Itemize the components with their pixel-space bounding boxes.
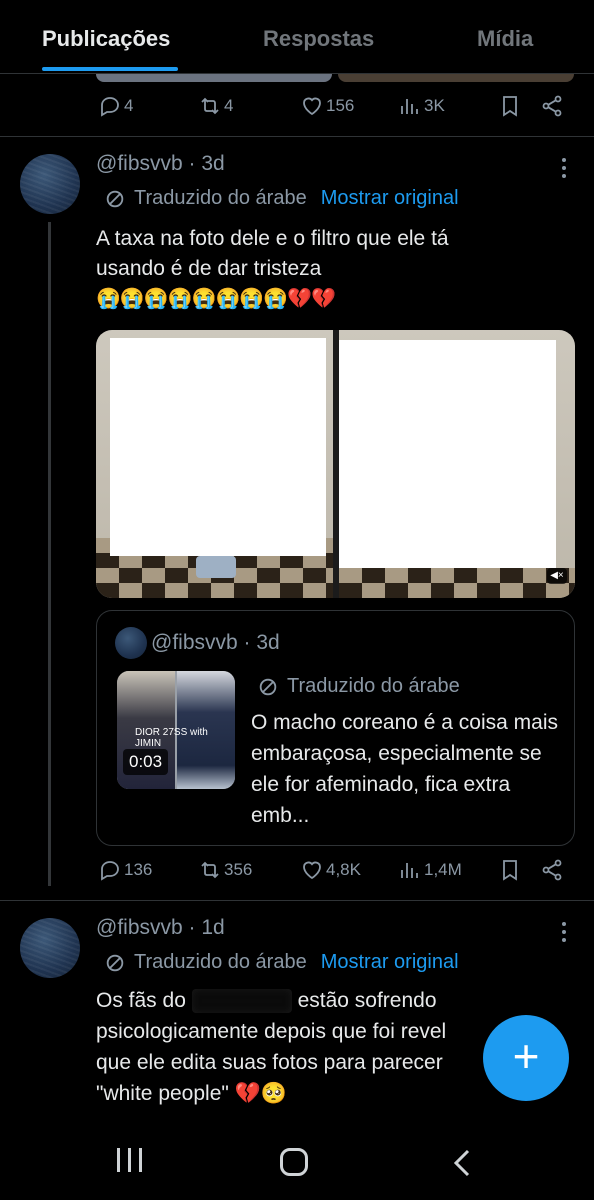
tweet-text-line: "white people" 💔🥺 (96, 1082, 287, 1105)
translate-icon (106, 954, 124, 971)
views-icon (401, 99, 418, 114)
bookmark-icon (503, 96, 517, 117)
tweet-actions: 136 356 4,8K 1,4M (0, 858, 594, 890)
quoted-avatar (115, 627, 147, 659)
views-button[interactable]: 3K (398, 94, 445, 118)
retweet-count: 356 (224, 860, 253, 879)
previous-tweet-actions: 4 4 156 3K (0, 94, 594, 126)
share-button[interactable] (540, 94, 564, 118)
like-button[interactable]: 4,8K (300, 858, 361, 882)
avatar[interactable] (20, 154, 80, 214)
views-count: 1,4M (424, 860, 462, 879)
mute-icon[interactable]: ◀× (547, 568, 567, 584)
quoted-translated-label: Traduzido do árabe (287, 675, 460, 697)
previous-tweet-image (338, 74, 574, 82)
tweet-emojis: 😭😭😭😭😭😭😭😭💔💔 (96, 288, 336, 310)
reply-count: 136 (124, 860, 153, 879)
bookmark-button[interactable] (498, 858, 522, 882)
views-count: 3K (424, 96, 445, 115)
heart-icon (303, 861, 321, 880)
tweet-text-part: Os fãs do (96, 989, 186, 1012)
tweet-text-part: estão sofrendo (297, 989, 437, 1012)
retweet-button[interactable]: 356 (198, 858, 252, 882)
more-options-icon[interactable] (559, 922, 569, 946)
divider (0, 900, 594, 901)
recent-apps-button[interactable] (114, 1148, 144, 1178)
translation-notice: Traduzido do árabe Mostrar original (104, 951, 459, 974)
tab-publicacoes[interactable]: Publicações (42, 26, 170, 52)
translated-label: Traduzido do árabe (134, 951, 307, 973)
quoted-translation-notice: Traduzido do árabe (257, 675, 460, 698)
tweet-text-line: usando é de dar tristeza (96, 257, 322, 280)
photo-right[interactable]: ◀× (339, 330, 575, 598)
like-button[interactable]: 156 (300, 94, 354, 118)
translate-icon (259, 678, 277, 695)
avatar[interactable] (20, 918, 80, 978)
profile-tabs: Publicações Respostas Mídia (0, 0, 594, 74)
tweet-media[interactable]: ◀× (96, 330, 575, 598)
tweet-text-line: Os fãs do estão sofrendo (96, 986, 437, 1016)
redacted-name (191, 989, 292, 1014)
translate-icon (106, 190, 124, 207)
retweet-icon (201, 97, 219, 115)
thread-line (48, 222, 51, 886)
share-icon (542, 859, 562, 881)
divider (0, 136, 594, 137)
video-caption: DIOR 27SS with JIMIN (135, 727, 208, 749)
retweet-icon (201, 861, 219, 879)
like-count: 4,8K (326, 860, 361, 879)
reply-count: 4 (124, 96, 134, 115)
previous-tweet-image (96, 74, 332, 82)
tweet-text-line: que ele edita suas fotos para parecer (96, 1051, 443, 1074)
show-original-link[interactable]: Mostrar original (321, 951, 459, 974)
share-button[interactable] (540, 858, 564, 882)
views-icon (401, 863, 418, 878)
tweet-text-line: A taxa na foto dele e o filtro que ele t… (96, 227, 449, 250)
compose-button[interactable]: + (483, 1015, 569, 1101)
reply-button[interactable]: 4 (98, 94, 133, 118)
video-duration: 0:03 (123, 749, 169, 775)
views-button[interactable]: 1,4M (398, 858, 462, 882)
retweet-button[interactable]: 4 (198, 94, 233, 118)
bookmark-button[interactable] (498, 94, 522, 118)
reply-icon (101, 97, 119, 117)
retweet-count: 4 (224, 96, 234, 115)
tweet-handle[interactable]: @fibsvvb · 1d (96, 916, 225, 940)
photo-left[interactable] (96, 330, 333, 598)
redaction-box (339, 340, 556, 568)
quoted-video-thumbnail[interactable]: DIOR 27SS with JIMIN 0:03 (117, 671, 235, 789)
active-tab-indicator (42, 67, 178, 71)
heart-icon (303, 97, 321, 116)
translation-notice: Traduzido do árabe Mostrar original (104, 187, 459, 210)
reply-button[interactable]: 136 (98, 858, 152, 882)
quoted-text: O macho coreano é a coisa mais embaraços… (251, 711, 558, 827)
tweet-text-line: psicologicamente depois que foi revel (96, 1020, 447, 1043)
like-count: 156 (326, 96, 355, 115)
home-button[interactable] (280, 1148, 308, 1176)
tab-respostas[interactable]: Respostas (263, 26, 374, 52)
share-icon (542, 95, 562, 117)
tab-midia[interactable]: Mídia (477, 26, 533, 52)
more-options-icon[interactable] (559, 158, 569, 182)
system-navigation-bar (0, 1124, 594, 1200)
back-icon (453, 1149, 470, 1177)
quoted-tweet[interactable]: @fibsvvb · 3d DIOR 27SS with JIMIN 0:03 … (96, 610, 575, 846)
redaction-box (110, 338, 326, 556)
translated-label: Traduzido do árabe (134, 187, 307, 209)
show-original-link[interactable]: Mostrar original (321, 187, 459, 210)
tweet-handle[interactable]: @fibsvvb · 3d (96, 152, 225, 176)
bookmark-icon (503, 860, 517, 881)
reply-icon (101, 861, 119, 881)
quoted-handle: @fibsvvb · 3d (151, 631, 280, 654)
back-button[interactable] (450, 1148, 480, 1178)
